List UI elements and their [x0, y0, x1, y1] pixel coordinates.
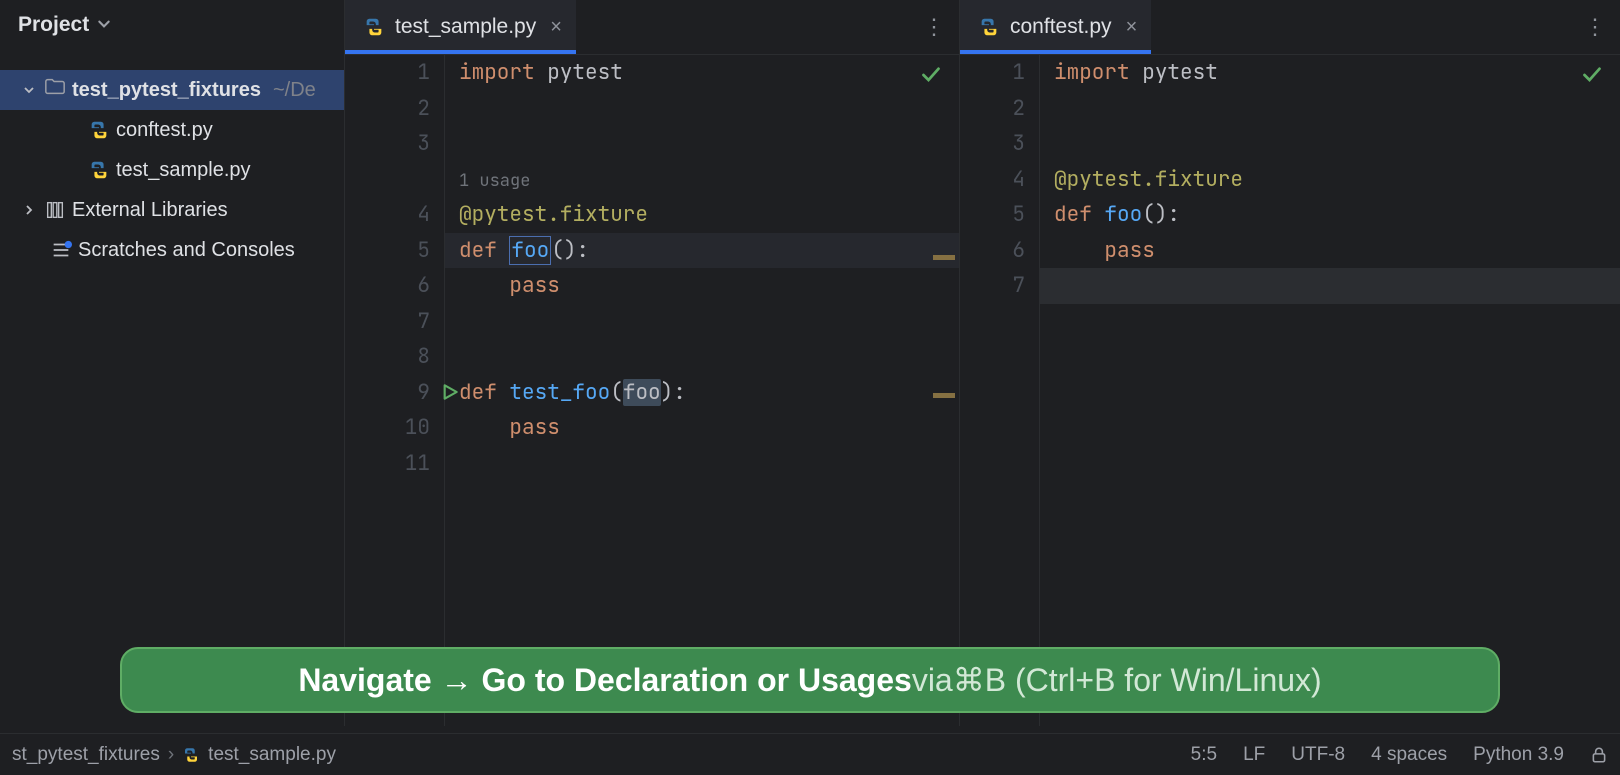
- tree-scratches[interactable]: Scratches and Consoles: [0, 230, 344, 270]
- project-title: Project: [18, 13, 89, 37]
- library-icon: [44, 199, 66, 221]
- chevron-right-icon: ›: [168, 744, 174, 766]
- line-number: 5: [345, 233, 430, 269]
- tab-conftest[interactable]: conftest.py ×: [960, 0, 1151, 54]
- breadcrumb-segment[interactable]: test_sample.py: [208, 744, 336, 766]
- check-icon[interactable]: [1582, 65, 1602, 92]
- tab-bar-right: conftest.py × ⋮: [960, 0, 1620, 55]
- line-number: 3: [345, 126, 430, 162]
- caret-position[interactable]: 5:5: [1191, 744, 1217, 766]
- tab-menu-icon[interactable]: ⋮: [909, 0, 959, 54]
- tab-label: conftest.py: [1010, 15, 1112, 39]
- check-icon[interactable]: [921, 65, 941, 92]
- tip-shortcut: ⌘B (Ctrl+B for Win/Linux): [953, 661, 1322, 699]
- usage-hint[interactable]: 1 usage: [459, 170, 530, 192]
- tip-action: Navigate → Go to Declaration or Usages: [298, 662, 912, 699]
- warning-stripe[interactable]: [933, 255, 955, 260]
- close-icon[interactable]: ×: [1126, 16, 1138, 39]
- tree-file-conftest[interactable]: conftest.py: [0, 110, 344, 150]
- chevron-down-icon: [20, 84, 38, 96]
- line-number: 4: [960, 162, 1025, 198]
- line-number: 6: [960, 233, 1025, 269]
- tab-menu-icon[interactable]: ⋮: [1570, 0, 1620, 54]
- tree-file-label: conftest.py: [116, 119, 213, 142]
- tree-file-test-sample[interactable]: test_sample.py: [0, 150, 344, 190]
- breadcrumb-segment[interactable]: st_pytest_fixtures: [12, 744, 160, 766]
- line-ending[interactable]: LF: [1243, 744, 1265, 766]
- editor-left[interactable]: 1 2 3 4 5 6 7 8 9 10 11: [345, 55, 959, 726]
- line-number: 3: [960, 126, 1025, 162]
- close-icon[interactable]: ×: [550, 16, 562, 39]
- tree-folder-root[interactable]: test_pytest_fixtures ~/De: [0, 70, 344, 110]
- status-bar: st_pytest_fixtures › test_sample.py 5:5 …: [0, 733, 1620, 775]
- line-number: 2: [960, 91, 1025, 127]
- scratches-icon: [50, 239, 72, 261]
- tree-root-path: ~/De: [273, 79, 316, 102]
- python-file-icon: [182, 746, 200, 764]
- line-number: [345, 162, 430, 198]
- project-tool-header[interactable]: Project: [0, 0, 344, 50]
- tree-root-label: test_pytest_fixtures: [72, 79, 261, 102]
- line-number: 2: [345, 91, 430, 127]
- line-number: 6: [345, 268, 430, 304]
- line-number: 10: [345, 410, 430, 446]
- code-left[interactable]: import pytest 1 usage @pytest.fixture de…: [445, 55, 959, 726]
- tab-test-sample[interactable]: test_sample.py ×: [345, 0, 576, 54]
- warning-stripe[interactable]: [933, 393, 955, 398]
- gutter-right: 1 2 3 4 5 6 7: [960, 55, 1040, 726]
- scratches-label: Scratches and Consoles: [78, 239, 295, 262]
- line-number: 11: [345, 446, 430, 482]
- line-number: 5: [960, 197, 1025, 233]
- tree-file-label: test_sample.py: [116, 159, 251, 182]
- tree-external-libraries[interactable]: External Libraries: [0, 190, 344, 230]
- python-file-icon: [363, 16, 385, 38]
- folder-icon: [44, 76, 66, 104]
- chevron-right-icon: [20, 204, 38, 216]
- editor-right[interactable]: 1 2 3 4 5 6 7 import pytest @pytest.fixt…: [960, 55, 1620, 726]
- gutter-left: 1 2 3 4 5 6 7 8 9 10 11: [345, 55, 445, 726]
- breadcrumb[interactable]: st_pytest_fixtures › test_sample.py: [12, 744, 336, 766]
- external-libraries-label: External Libraries: [72, 199, 228, 222]
- tip-via: via: [912, 662, 953, 699]
- python-file-icon: [88, 159, 110, 181]
- line-number: 1: [345, 55, 430, 91]
- line-number: 7: [345, 304, 430, 340]
- project-sidebar: Project test_pytest_fixtures ~/De c: [0, 0, 345, 726]
- code-right[interactable]: import pytest @pytest.fixture def foo():…: [1040, 55, 1620, 726]
- file-encoding[interactable]: UTF-8: [1291, 744, 1345, 766]
- line-number: 9: [345, 375, 430, 411]
- lock-icon[interactable]: [1590, 746, 1608, 764]
- project-tree: test_pytest_fixtures ~/De conftest.py te…: [0, 50, 344, 270]
- indent-config[interactable]: 4 spaces: [1371, 744, 1447, 766]
- python-interpreter[interactable]: Python 3.9: [1473, 744, 1564, 766]
- editor-pane-right: conftest.py × ⋮ 1 2 3 4 5 6 7: [960, 0, 1620, 726]
- tab-bar-left: test_sample.py × ⋮: [345, 0, 959, 55]
- tip-banner: Navigate → Go to Declaration or Usages v…: [120, 647, 1500, 713]
- chevron-down-icon: [97, 13, 111, 37]
- line-number: 4: [345, 197, 430, 233]
- line-number: 7: [960, 268, 1025, 304]
- python-file-icon: [88, 119, 110, 141]
- tab-label: test_sample.py: [395, 15, 536, 39]
- python-file-icon: [978, 16, 1000, 38]
- line-number: 1: [960, 55, 1025, 91]
- editor-pane-left: test_sample.py × ⋮ 1 2 3 4 5 6 7 8 9: [345, 0, 960, 726]
- line-number: 8: [345, 339, 430, 375]
